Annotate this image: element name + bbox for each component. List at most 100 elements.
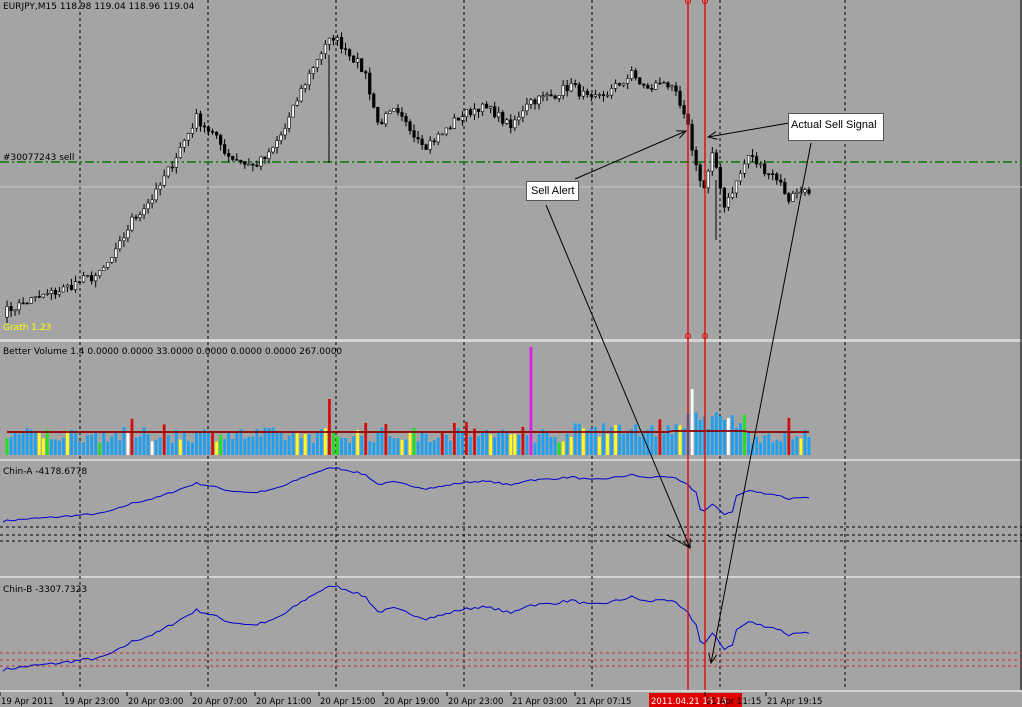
volume-bar [82,442,85,455]
candle [472,103,477,121]
candle [154,182,158,203]
volume-bar [199,432,202,455]
volume-bar [53,439,57,455]
candle [126,224,130,243]
candle [642,83,646,89]
volume-bar [416,441,420,455]
candle [130,213,134,233]
volume-bar [666,425,670,455]
volume-bar [388,436,392,455]
vertical-grid [79,0,846,690]
volume-bar [94,431,98,455]
candle [82,271,86,284]
candle [49,287,53,300]
candle [581,86,585,100]
candle [162,169,166,188]
candle [186,132,190,147]
candle [803,187,807,197]
separator-axis [0,690,1022,692]
candle [464,109,469,122]
candle [424,143,428,150]
candle [565,79,569,97]
candle [259,156,263,171]
volume-bar [634,424,638,455]
candle [77,280,82,284]
candle [420,135,424,150]
price-panel: EURJPY,M15 118.98 119.04 118.96 119.04 #… [0,2,1022,333]
candle [102,265,106,271]
time-tick-label: 20 Apr 03:00 [128,697,183,707]
candle [223,139,227,156]
candle [41,293,45,299]
candle [484,101,489,109]
symbol-info: EURJPY,M15 118.98 119.04 118.96 119.04 [3,2,195,12]
volume-bar [420,432,424,455]
volume-bar [650,425,654,455]
time-tick-label: 21 Apr 03:00 [512,697,567,707]
candle [468,107,473,118]
chin-b-label: Chin-B -3307.7323 [3,585,87,595]
volume-bar [126,431,130,455]
volume-bar [146,434,150,455]
candle [521,105,525,123]
volume-bar [372,442,376,455]
volume-bar [49,439,53,455]
volume-bar [807,437,811,455]
volume-bar [561,441,565,455]
candle [158,182,162,196]
chin-a-panel: Chin-A -4178.6778 [0,467,1022,542]
candle [396,104,400,116]
time-axis: 2011.04.21 15:15 19 Apr 2011 19 Apr 23:00… [0,692,822,707]
candle [577,82,581,100]
chart-canvas[interactable]: EURJPY,M15 118.98 119.04 118.96 119.04 #… [0,0,1022,707]
volume-bar [759,442,763,455]
candle [412,124,416,143]
candle [489,105,493,114]
candle [771,169,775,181]
volume-bar [70,429,73,455]
volume-bar [553,437,557,455]
volume-bar [525,435,529,455]
time-tick-label: 20 Apr 11:00 [256,697,311,707]
volume-bar [493,437,497,455]
volume-bar [311,442,315,455]
volume-bar [182,432,186,455]
volume-bar [86,435,90,455]
volume-bar [66,430,69,455]
actual-sell-signal-callout: Actual Sell Signal [788,113,884,141]
candle [86,275,90,278]
chart-window[interactable]: EURJPY,M15 118.98 119.04 118.96 119.04 #… [0,0,1022,707]
volume-bar [501,429,505,455]
volume-bar [98,442,102,455]
volume-bar [186,440,190,455]
volume-bar [795,436,799,455]
volume-bar [17,434,21,455]
volume-bar [275,431,279,455]
candle [605,91,610,98]
candle [436,131,440,146]
candle [674,82,678,97]
volume-bar [727,418,730,455]
candle [452,113,456,130]
chin-a-label: Chin-A -4178.6778 [3,467,87,477]
volume-bar [299,438,303,455]
candle [718,163,722,194]
candle [9,302,13,318]
candle [37,290,41,299]
volume-bar [678,425,682,455]
candle [311,66,315,80]
volume-bar [243,438,247,455]
candle [247,158,251,166]
volume-bar [529,347,533,455]
time-tick-label: 21 Apr 11:15 [706,697,761,707]
volume-bar [13,432,17,455]
volume-bar [541,429,545,455]
volume-bar [235,430,239,455]
volume-bar [743,414,746,455]
volume-bar [239,429,243,455]
candle [456,117,460,121]
sell-alert-callout: Sell Alert [526,181,580,201]
volume-bar [533,442,537,455]
volume-bar [295,433,299,455]
volume-bar [344,437,347,455]
